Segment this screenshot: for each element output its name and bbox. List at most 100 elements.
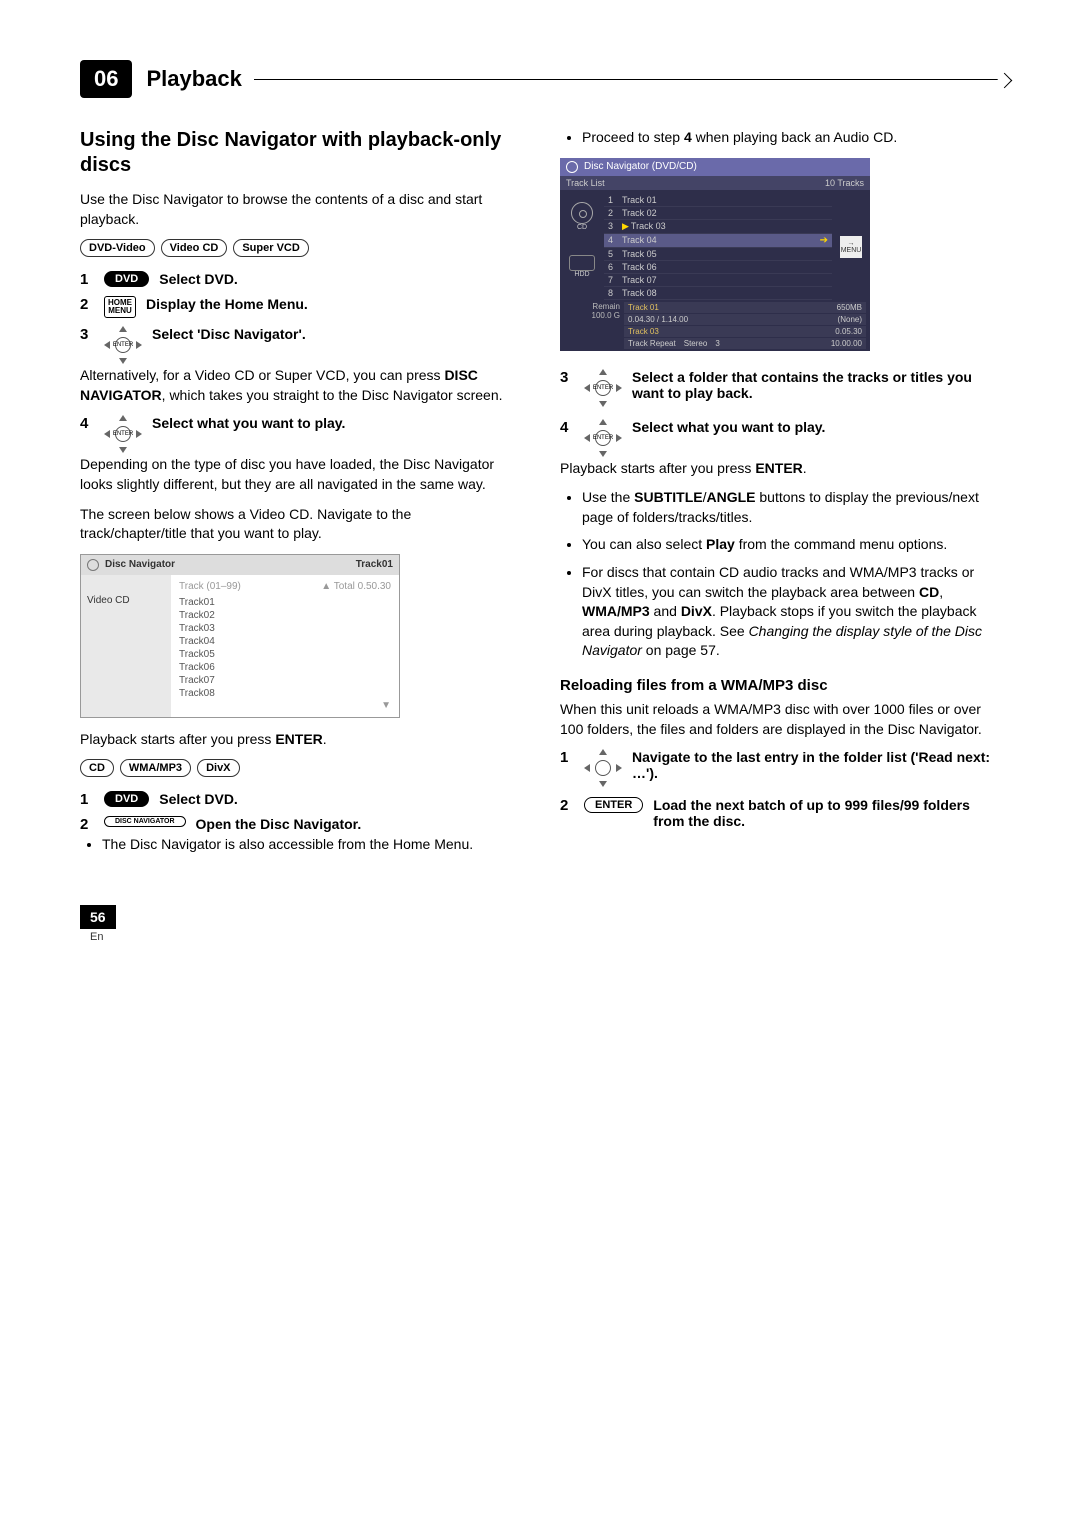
badge-wma-mp3: WMA/MP3 (120, 759, 191, 777)
step-text: Navigate to the last entry in the folder… (632, 749, 1000, 781)
step-1: 1 DVD Select DVD. (80, 271, 520, 288)
step-2: 2 HOME MENU Display the Home Menu. (80, 296, 520, 318)
step-4-follow-2: The screen below shows a Video CD. Navig… (80, 505, 520, 544)
page-number: 56 (80, 905, 116, 929)
page-footer: 56 En (80, 905, 1000, 943)
step-number: 3 (560, 369, 572, 386)
dpad-enter-icon: ENTER (584, 419, 622, 457)
vcd-track-list: Track01Track02Track03Track04Track05Track… (179, 596, 391, 700)
lower-step-2-bullet: The Disc Navigator is also accessible fr… (102, 835, 520, 855)
cd-label: CD (571, 224, 593, 231)
step-text: Display the Home Menu. (146, 296, 308, 312)
disc-navigator-icon (566, 161, 578, 173)
hdd-label: HDD (569, 271, 595, 278)
vcd-header-title: Disc Navigator (105, 559, 350, 570)
step-number: 1 (80, 791, 92, 808)
step-number: 1 (560, 749, 572, 766)
dvd-track-row: 8Track 08 (604, 287, 832, 300)
disc-navigator-button-icon: DISC NAVIGATOR (104, 816, 186, 827)
right-column: Proceed to step 4 when playing back an A… (560, 128, 1000, 865)
disc-type-badges-2: CD WMA/MP3 DivX (80, 759, 520, 777)
reload-step-2: 2 ENTER Load the next batch of up to 999… (560, 797, 1000, 829)
vcd-track-item: Track02 (179, 609, 391, 622)
vcd-track-item: Track06 (179, 661, 391, 674)
selected-arrow-icon: ➔ (820, 235, 828, 246)
vcd-left-label: Video CD (81, 575, 171, 717)
step-text: Select DVD. (159, 791, 238, 807)
step-4: 4 ENTER Select what you want to play. (80, 415, 520, 453)
step-text: Open the Disc Navigator. (196, 816, 362, 832)
disc-type-badges: DVD-Video Video CD Super VCD (80, 239, 520, 257)
dvd-track-row: 7Track 07 (604, 274, 832, 287)
reload-step-1: 1 Navigate to the last entry in the fold… (560, 749, 1000, 787)
badge-video-cd: Video CD (161, 239, 228, 257)
dpad-icon (584, 749, 622, 787)
step-text: Select 'Disc Navigator'. (152, 326, 306, 342)
step-text: Select DVD. (159, 271, 238, 287)
reloading-heading: Reloading files from a WMA/MP3 disc (560, 677, 1000, 694)
step-text: Load the next batch of up to 999 files/9… (653, 797, 1000, 829)
dvd-title: Disc Navigator (DVD/CD) (584, 161, 697, 172)
step-number: 1 (80, 271, 92, 288)
vcd-meta-left: Track (01–99) (179, 581, 241, 592)
dpad-enter-icon: ENTER (104, 326, 142, 364)
dvd-button-icon: DVD (104, 791, 149, 807)
dvd-sub-left: Track List (566, 178, 605, 188)
dvd-cd-screenshot: Disc Navigator (DVD/CD) Track List 10 Tr… (560, 158, 870, 351)
dvd-track-list: 1Track 012Track 023▶Track 034Track 04➔5T… (604, 194, 832, 300)
section-heading: Using the Disc Navigator with playback-o… (80, 128, 520, 178)
vcd-down-arrow-icon: ▼ (179, 700, 391, 711)
step-3-follow: Alternatively, for a Video CD or Super V… (80, 366, 520, 405)
right-bullet-item: You can also select Play from the comman… (582, 535, 1000, 555)
badge-divx: DivX (197, 759, 239, 777)
dvd-track-row: 3▶Track 03 (604, 220, 832, 234)
right-bullet-item: Use the SUBTITLE/ANGLE buttons to displa… (582, 488, 1000, 527)
vcd-track-item: Track08 (179, 687, 391, 700)
right-bullet-item: For discs that contain CD audio tracks a… (582, 563, 1000, 661)
cd-icon (571, 202, 593, 224)
chapter-number: 06 (80, 60, 132, 98)
dvd-track-row: 6Track 06 (604, 261, 832, 274)
chapter-title: Playback (146, 66, 241, 92)
disc-navigator-icon (87, 559, 99, 571)
enter-button-icon: ENTER (584, 797, 643, 813)
step-text: Select what you want to play. (152, 415, 345, 431)
dpad-enter-icon: ENTER (584, 369, 622, 407)
reloading-follow: When this unit reloads a WMA/MP3 disc wi… (560, 700, 1000, 739)
step-number: 2 (560, 797, 572, 814)
vcd-track-item: Track01 (179, 596, 391, 609)
dvd-button-icon: DVD (104, 271, 149, 287)
intro-text: Use the Disc Navigator to browse the con… (80, 190, 520, 229)
step-3: 3 ENTER Select 'Disc Navigator'. (80, 326, 520, 364)
remain-value: 100.0 G (564, 311, 620, 321)
step-number: 2 (80, 296, 92, 313)
home-menu-button-icon: HOME MENU (104, 296, 136, 318)
badge-dvd-video: DVD-Video (80, 239, 155, 257)
step-number: 2 (80, 816, 92, 833)
play-indicator-icon: ▶ (622, 221, 629, 232)
vcd-header-track: Track01 (356, 559, 393, 570)
video-cd-screenshot: Disc Navigator Track01 Video CD Track (0… (80, 554, 400, 718)
right-step-4-follow: Playback starts after you press ENTER. (560, 459, 1000, 479)
step-number: 4 (80, 415, 92, 432)
step-number: 4 (560, 419, 572, 436)
after-vcd-text: Playback starts after you press ENTER. (80, 730, 520, 750)
vcd-track-item: Track04 (179, 635, 391, 648)
badge-cd: CD (80, 759, 114, 777)
vcd-meta-right: ▲ Total 0.50.30 (321, 581, 391, 592)
step-number: 3 (80, 326, 92, 343)
chapter-header: 06 Playback (80, 60, 1000, 98)
dvd-track-row: 1Track 01 (604, 194, 832, 207)
right-step-4: 4 ENTER Select what you want to play. (560, 419, 1000, 457)
right-bullets: Use the SUBTITLE/ANGLE buttons to displa… (560, 488, 1000, 661)
lower-step-2: 2 DISC NAVIGATOR Open the Disc Navigator… (80, 816, 520, 833)
step-text: Select a folder that contains the tracks… (632, 369, 1000, 401)
badge-super-vcd: Super VCD (233, 239, 308, 257)
dvd-track-row: 5Track 05 (604, 248, 832, 261)
right-top-bullet: Proceed to step 4 when playing back an A… (582, 128, 1000, 148)
step-4-follow-1: Depending on the type of disc you have l… (80, 455, 520, 494)
dpad-enter-icon: ENTER (104, 415, 142, 453)
dvd-sub-right: 10 Tracks (825, 178, 864, 188)
hdd-icon (569, 255, 595, 271)
vcd-track-item: Track07 (179, 674, 391, 687)
